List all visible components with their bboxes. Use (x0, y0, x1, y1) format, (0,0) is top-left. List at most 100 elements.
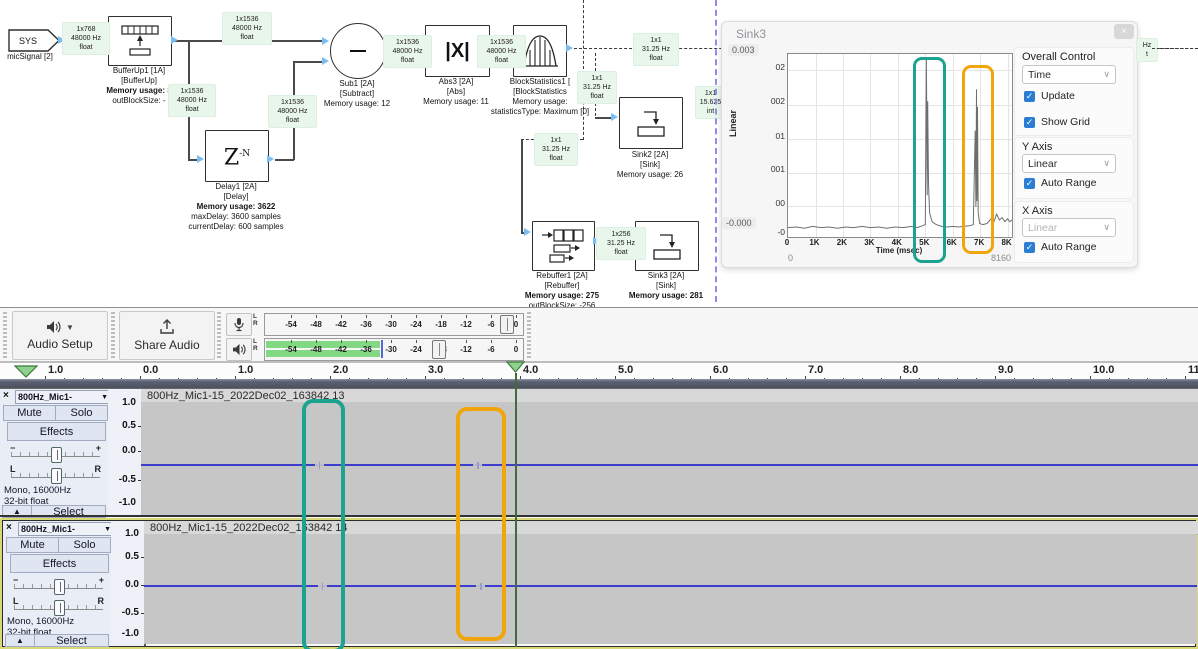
highlight-orange-tracks (456, 407, 506, 641)
toolbar-grip[interactable] (217, 312, 221, 358)
track-1-vertical-ruler[interactable]: 1.0 0.5 0.0 -0.5 -1.0 (108, 389, 143, 517)
gain-slider-thumb[interactable] (54, 579, 65, 595)
y-auto-range-label: Auto Range (1041, 177, 1096, 189)
chevron-down-icon: ∨ (1103, 69, 1110, 80)
signal-label: 1x1 31.25 Hz float (577, 71, 617, 104)
solo-button[interactable]: Solo (55, 405, 108, 421)
domain-dropdown[interactable]: Time∨ (1022, 65, 1116, 84)
minus-icon (350, 50, 366, 52)
timeline-label: 9.0 (998, 364, 1013, 376)
x-auto-range-checkbox-row[interactable]: ✓ Auto Range (1024, 241, 1096, 253)
record-meter[interactable]: -54-48-42-36-30-24-18-12-60 (264, 313, 524, 336)
collapse-track-button[interactable]: ▲ (5, 634, 35, 647)
bufferup-icon (118, 24, 162, 58)
signal-label: 1x1 31.25 Hz float (534, 133, 578, 166)
mute-button[interactable]: Mute (6, 537, 59, 553)
signal-label: 1x1536 48000 Hz float (222, 12, 272, 45)
port-arrow (524, 228, 531, 236)
select-button[interactable]: Select (34, 634, 109, 647)
track-name: 800Hz_Mic1- (21, 524, 75, 534)
share-audio-button[interactable]: Share Audio (119, 311, 215, 360)
track-close-icon[interactable]: × (6, 522, 12, 533)
audio-setup-button[interactable]: ▼ Audio Setup (12, 311, 108, 360)
playback-meter[interactable]: -54-48-42-36-30-24-18-12-60 (264, 338, 524, 361)
toolbar-grip[interactable] (527, 312, 531, 358)
track-1-waveform[interactable] (141, 402, 1198, 515)
mute-button[interactable]: Mute (3, 405, 56, 421)
track-2-vertical-ruler[interactable]: 1.0 0.5 0.0 -0.5 -1.0 (111, 521, 146, 646)
x-range-min: 0 (788, 253, 793, 263)
meter-scale-number: -6 (487, 345, 494, 354)
y-scale-dropdown[interactable]: Linear∨ (1022, 154, 1116, 173)
y-max-chip: 0.003 (728, 44, 759, 56)
wire (521, 140, 523, 233)
speaker-icon (232, 343, 247, 356)
timeline-label: 11 (1188, 364, 1198, 376)
meter-scale-number: -24 (410, 320, 422, 329)
window-title: Sink3 (736, 27, 766, 41)
record-meter-lr: LR (253, 313, 258, 327)
track-name-dropdown[interactable]: 800Hz_Mic1- ▼ (18, 522, 114, 536)
port-arrow (322, 57, 329, 65)
meter-scale-number: -12 (460, 345, 472, 354)
track-divider (0, 515, 1198, 517)
playhead-triangle-icon[interactable] (506, 361, 525, 373)
signal-label-clipped: Hz t (1136, 38, 1158, 62)
toolbar-grip[interactable] (111, 312, 115, 358)
share-upload-icon (158, 319, 176, 335)
pan-slider[interactable]: L R (7, 464, 104, 483)
y-tick-label: 002 (752, 96, 785, 106)
show-grid-label: Show Grid (1041, 116, 1090, 128)
playback-meter-speaker-button[interactable] (226, 338, 252, 361)
timeline-ruler[interactable]: 1.00.01.02.03.04.05.06.07.08.09.010.011 (0, 362, 1198, 380)
timeline-label: 1.0 (48, 364, 63, 376)
histogram-icon (521, 32, 559, 70)
solo-button[interactable]: Solo (58, 537, 111, 553)
y-tick-label: 00 (752, 198, 785, 208)
checkbox-checked-icon[interactable]: ✓ (1024, 91, 1035, 102)
timeline-scrub-band[interactable] (0, 379, 1198, 388)
port-arrow (197, 155, 204, 163)
show-grid-checkbox-row[interactable]: ✓ Show Grid (1024, 116, 1090, 128)
signal-label: 1x1536 48000 Hz float (383, 35, 432, 68)
gain-slider[interactable]: − + (10, 575, 107, 594)
effects-button[interactable]: Effects (10, 554, 109, 573)
y-auto-range-checkbox-row[interactable]: ✓ Auto Range (1024, 177, 1096, 189)
pan-slider-thumb[interactable] (54, 600, 65, 616)
checkbox-checked-icon[interactable]: ✓ (1024, 178, 1035, 189)
y-tick-label: 02 (752, 62, 785, 72)
sink2-labels: Sink2 [2A] [Sink] Memory usage: 26 (595, 150, 705, 180)
effects-button[interactable]: Effects (7, 422, 106, 441)
screenshot-root: SYS micSignal [2] BufferUp1 [1A] [Buffer… (0, 0, 1198, 649)
gain-slider-thumb[interactable] (51, 447, 62, 463)
playback-volume-slider[interactable] (432, 340, 446, 359)
gain-slider[interactable]: − + (7, 443, 104, 462)
rebuffer-block[interactable] (532, 221, 595, 271)
subtract-block[interactable] (330, 23, 386, 79)
signal-label: 1x256 31.25 Hz float (596, 227, 646, 260)
signal-label: 1x1 31.25 Hz float (633, 33, 679, 66)
toolbar-grip[interactable] (3, 312, 7, 358)
timeline-label: 2.0 (333, 364, 348, 376)
wire (595, 117, 612, 119)
checkbox-checked-icon[interactable]: ✓ (1024, 242, 1035, 253)
sys-input-block[interactable]: SYS (8, 29, 60, 52)
x-scale-dropdown[interactable]: Linear∨ (1022, 218, 1116, 237)
close-icon[interactable]: × (1114, 24, 1134, 39)
record-volume-slider[interactable] (500, 315, 514, 334)
delay-block[interactable]: Z-N (205, 130, 269, 182)
meter-scale-number: -48 (310, 345, 322, 354)
sink2-block[interactable] (619, 97, 683, 149)
bufferup-block[interactable] (108, 16, 172, 66)
record-meter-mic-button[interactable] (226, 313, 252, 336)
clip-title-bar[interactable]: 800Hz_Mic1-15_2022Dec02_163842 13 (141, 389, 1198, 403)
track-name-dropdown[interactable]: 800Hz_Mic1- ▼ (15, 390, 111, 404)
pan-slider[interactable]: L R (10, 596, 107, 615)
overall-control-label: Overall Control (1022, 51, 1095, 63)
port-arrow (566, 44, 573, 52)
checkbox-checked-icon[interactable]: ✓ (1024, 117, 1035, 128)
track-close-icon[interactable]: × (3, 390, 9, 401)
pan-slider-thumb[interactable] (51, 468, 62, 484)
y-axis-label: Linear (728, 110, 738, 137)
update-checkbox-row[interactable]: ✓ Update (1024, 90, 1075, 102)
